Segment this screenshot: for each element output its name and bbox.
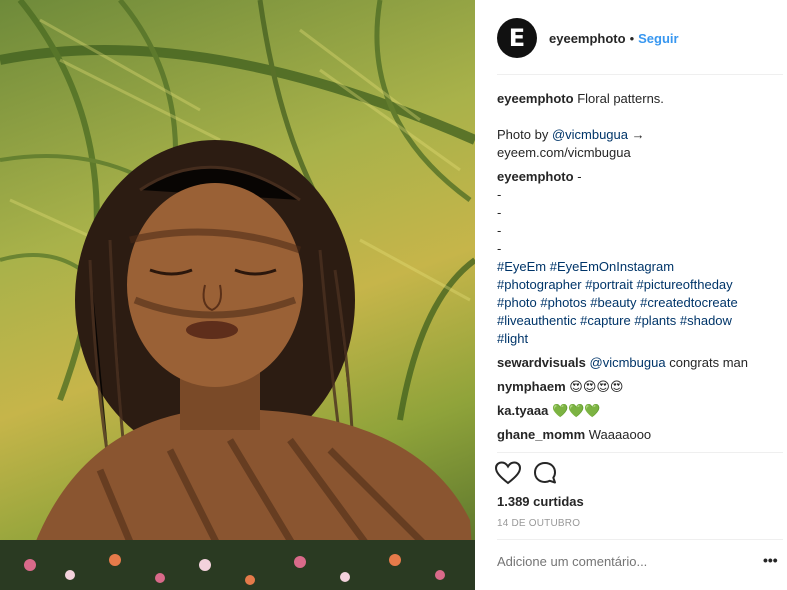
hashtag-link[interactable]: #beauty xyxy=(590,295,636,310)
dash-line: - xyxy=(497,205,502,220)
follow-button[interactable]: Seguir xyxy=(638,31,678,46)
hashtag-link[interactable]: #EyeEmOnInstagram xyxy=(550,259,674,274)
caption: eyeemphoto Floral patterns. xyxy=(497,90,783,108)
hashtag-link[interactable]: #capture xyxy=(580,313,631,328)
header-separator: • xyxy=(629,30,635,46)
post-header: E eyeemphoto • Seguir xyxy=(497,16,787,60)
heart-icon[interactable] xyxy=(495,461,521,485)
list-item: ka.tyaaa 💚💚💚 xyxy=(497,402,783,420)
comment-username[interactable]: nymphaem xyxy=(497,379,566,394)
comment-text: 💚💚💚 xyxy=(551,403,601,418)
hashtag-link[interactable]: #photo xyxy=(497,295,537,310)
hashtag-link[interactable]: #liveauthentic xyxy=(497,313,577,328)
likes-count[interactable]: 1.389 curtidas xyxy=(497,494,584,509)
header-username[interactable]: eyeemphoto xyxy=(549,31,626,46)
comment-text: - xyxy=(577,169,582,184)
hashtag-link[interactable]: #photos xyxy=(540,295,586,310)
list-item: nymphaem 😍😍😍😍 xyxy=(497,378,783,396)
hashtag-link[interactable]: #photographer xyxy=(497,277,582,292)
hashtag-link[interactable]: #createdtocreate xyxy=(640,295,738,310)
hashtag-link[interactable]: #shadow xyxy=(680,313,732,328)
comment-icon[interactable] xyxy=(533,461,559,485)
list-item: sewardvisuals @vicmbugua congrats man xyxy=(497,354,783,372)
comments-list[interactable]: eyeemphoto Floral patterns. Photo by @vi… xyxy=(497,90,783,452)
hashtag-link[interactable]: #EyeEm xyxy=(497,259,546,274)
dash-line: - xyxy=(497,187,502,202)
caption-username[interactable]: eyeemphoto xyxy=(497,91,574,106)
post-side-panel: E eyeemphoto • Seguir eyeemphoto Floral … xyxy=(475,0,787,590)
comment-text: congrats man xyxy=(669,355,748,370)
caption-credit: Photo by @vicmbugua → eyeem.com/vicmbugu… xyxy=(497,126,783,162)
hashtag-link[interactable]: #plants xyxy=(634,313,676,328)
more-options-button[interactable]: ••• xyxy=(763,552,778,568)
credit-prefix: Photo by xyxy=(497,127,552,142)
post-date: 14 DE OUTUBRO xyxy=(497,518,581,529)
credit-handle-link[interactable]: @vicmbugua xyxy=(552,127,628,142)
action-bar xyxy=(495,458,559,488)
credit-arrow: → xyxy=(628,127,645,142)
comment-text: 😍😍😍😍 xyxy=(569,379,624,394)
post-photo[interactable] xyxy=(0,0,475,590)
hashtag-link[interactable]: #portrait xyxy=(585,277,633,292)
credit-url: eyeem.com/vicmbugua xyxy=(497,145,631,160)
instagram-post: E eyeemphoto • Seguir eyeemphoto Floral … xyxy=(0,0,787,590)
avatar[interactable]: E xyxy=(497,18,537,58)
dash-line: - xyxy=(497,241,502,256)
hashtag-link[interactable]: #light xyxy=(497,331,528,346)
caption-text: Floral patterns. xyxy=(577,91,664,106)
avatar-letter: E xyxy=(508,24,526,52)
portrait-photo-illustration xyxy=(0,0,475,590)
list-item: eyeemphoto - - - - - #EyeEm #EyeEmOnInst… xyxy=(497,168,783,348)
comment-username[interactable]: eyeemphoto xyxy=(497,169,574,184)
comment-username[interactable]: sewardvisuals xyxy=(497,355,586,370)
hashtag-link[interactable]: #pictureoftheday xyxy=(637,277,733,292)
mention-link[interactable]: @vicmbugua xyxy=(590,355,666,370)
divider xyxy=(497,74,783,75)
dash-line: - xyxy=(497,223,502,238)
divider xyxy=(497,539,783,540)
comment-username[interactable]: ka.tyaaa xyxy=(497,403,548,418)
add-comment-input[interactable] xyxy=(497,554,747,569)
divider xyxy=(497,452,783,453)
